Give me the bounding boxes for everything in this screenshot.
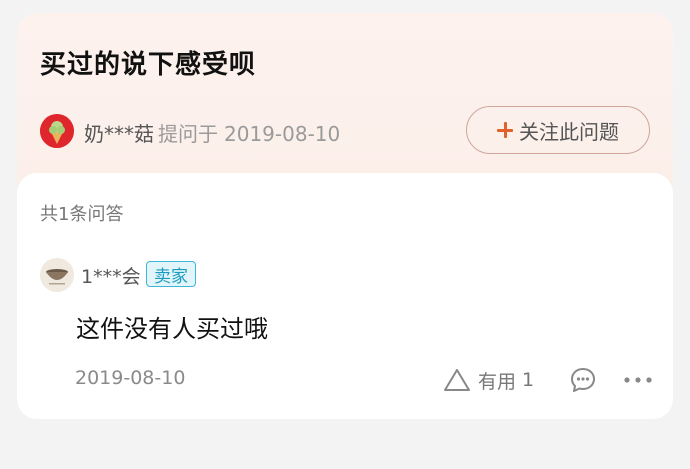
asked-date: 2019-08-10 (224, 122, 341, 146)
follow-label: 关注此问题 (519, 119, 619, 144)
answer-text: 这件没有人买过哦 (76, 315, 268, 343)
asked-label: 提问于 (158, 122, 218, 146)
more-dots-icon (624, 377, 652, 383)
more-button[interactable] (622, 368, 654, 392)
question-title: 买过的说下感受呗 (40, 50, 257, 80)
asker-name: 奶***菇 (84, 122, 154, 146)
plus-icon (497, 122, 513, 138)
asked-meta: 提问于 2019-08-10 (158, 118, 346, 147)
seller-badge: 卖家 (146, 261, 196, 287)
useful-count: 1 (522, 369, 535, 391)
answer-count: 共1条问答 (40, 204, 124, 225)
useful-label: 有用 (478, 370, 517, 393)
triangle-thumb-icon (444, 369, 470, 391)
follow-question-button[interactable]: 关注此问题 (466, 106, 650, 154)
comment-bubble-icon (571, 368, 595, 392)
answer-date: 2019-08-10 (75, 367, 186, 389)
answerer-name: 1***会 (81, 266, 141, 288)
bowl-avatar-icon[interactable] (40, 258, 74, 292)
comment-button[interactable] (570, 367, 596, 393)
asker-avatar-icon[interactable] (40, 114, 74, 148)
useful-button[interactable]: 有用 1 (442, 366, 534, 394)
